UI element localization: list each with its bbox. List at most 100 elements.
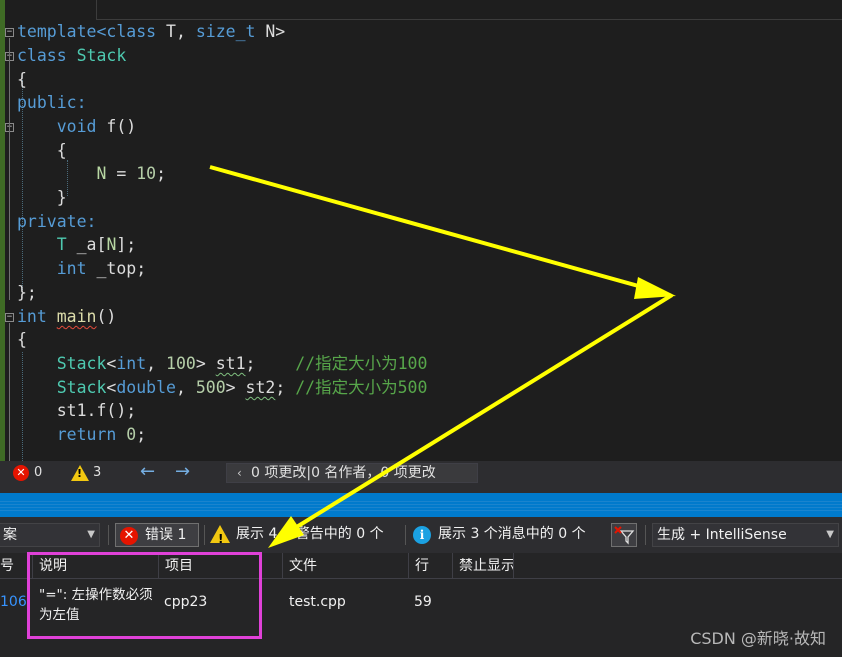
info-icon: i — [413, 526, 431, 544]
code-token: () — [96, 307, 117, 326]
filter-button[interactable] — [611, 523, 637, 547]
code-token: st1 — [215, 354, 246, 373]
fold-collapse-icon[interactable]: − — [5, 313, 14, 322]
code-line-13: int main() — [17, 305, 116, 329]
code-token: < — [106, 354, 117, 373]
errors-filter-label: 错误 1 — [145, 527, 187, 543]
code-token: 500 — [195, 378, 226, 397]
outline-guide — [9, 323, 10, 461]
code-token: int — [56, 259, 87, 278]
code-token: } — [56, 188, 67, 207]
code-token: = — [106, 164, 137, 183]
scope-dropdown[interactable]: 案 ▼ — [0, 523, 100, 547]
column-header-file[interactable]: 文件 — [282, 553, 408, 579]
warning-icon: ! — [210, 525, 230, 546]
code-token: class — [17, 46, 67, 65]
code-token: ; — [156, 164, 167, 183]
code-line-1: template<class T, size_t N> — [17, 20, 285, 44]
code-token: ; — [136, 425, 147, 444]
code-token: N> — [255, 22, 286, 41]
warning-icon[interactable]: ! — [71, 465, 89, 481]
watermark: CSDN @新晓·故知 — [690, 629, 826, 648]
error-icon[interactable]: ✕ — [13, 465, 29, 481]
toolbar-separator — [204, 525, 205, 545]
scope-dropdown-value: 案 — [3, 527, 17, 543]
toolbar-separator — [645, 525, 646, 545]
code-line-11: int _top; — [17, 257, 146, 281]
fold-collapse-icon[interactable]: − — [5, 28, 14, 37]
code-token: class — [106, 22, 157, 41]
codelens-panel[interactable]: ‹ 0 项更改|0 名作者，0 项更改 — [226, 463, 478, 483]
code-line-10: T _a[N]; — [17, 233, 137, 257]
toolbar-separator — [108, 525, 109, 545]
toolbar-separator — [405, 525, 406, 545]
code-line-17: st1.f(); — [17, 399, 136, 423]
code-token: > — [195, 354, 216, 373]
navigate-back-icon[interactable]: ← — [140, 461, 155, 483]
code-token: int — [116, 354, 147, 373]
code-token: N — [96, 164, 107, 183]
code-line-7: N = 10; — [17, 162, 166, 186]
code-line-16: Stack<double, 500> st2; //指定大小为500 — [17, 376, 428, 400]
code-token: T, — [156, 22, 196, 41]
code-token: , — [175, 378, 196, 397]
column-header-suppression[interactable]: 禁止显示 — [452, 553, 514, 579]
code-token: 100 — [166, 354, 196, 373]
errors-filter-toggle[interactable]: ✕ 错误 1 — [115, 523, 199, 547]
code-line-15: Stack<int, 100> st1; //指定大小为100 — [17, 352, 428, 376]
code-token: int — [17, 307, 47, 326]
code-comment: //指定大小为100 — [295, 354, 428, 373]
code-line-5: void f() — [17, 115, 137, 139]
code-token: size_t — [195, 22, 256, 41]
error-line-number: 59 — [414, 594, 432, 610]
column-header-code[interactable]: 号 — [0, 553, 28, 579]
code-line-3: { — [17, 70, 27, 89]
code-token: 0 — [126, 425, 137, 444]
code-line-4: public: — [17, 93, 87, 112]
code-token: main — [56, 307, 97, 326]
column-header-line[interactable]: 行 — [408, 553, 452, 579]
warning-count[interactable]: 3 — [93, 461, 101, 485]
messages-filter-label: 展示 3 个消息中的 0 个 — [438, 526, 586, 542]
code-line-12: }; — [17, 283, 37, 302]
code-token: template< — [17, 22, 107, 41]
navigate-forward-icon[interactable]: → — [175, 461, 190, 483]
code-token: , — [146, 354, 167, 373]
code-token: > — [225, 378, 246, 397]
error-count[interactable]: 0 — [34, 461, 42, 485]
code-line-14: { — [17, 330, 27, 349]
warnings-filter-label: 展示 4 个警告中的 0 个 — [236, 526, 384, 542]
code-line-9: private: — [17, 212, 97, 231]
change-tracking-bar — [0, 0, 5, 461]
code-token: ]; — [116, 235, 137, 254]
code-token: ; — [275, 378, 296, 397]
code-line-6: { — [17, 139, 67, 163]
annotation-highlight-box — [27, 552, 262, 639]
build-source-dropdown[interactable]: 生成 + IntelliSense ▼ — [652, 523, 839, 547]
code-token: Stack — [56, 354, 107, 373]
code-token: st2 — [245, 378, 276, 397]
error-list-title-bar[interactable] — [0, 493, 842, 517]
panel-separator[interactable] — [0, 485, 842, 493]
code-token: { — [56, 141, 67, 160]
chevron-left-icon[interactable]: ‹ — [237, 464, 242, 482]
code-token: < — [106, 378, 117, 397]
messages-filter-toggle[interactable]: i 展示 3 个消息中的 0 个 — [411, 523, 603, 547]
error-code-link[interactable]: 106 — [0, 594, 27, 610]
outline-guide — [9, 38, 10, 300]
warnings-filter-toggle[interactable]: ! 展示 4 个警告中的 0 个 — [209, 523, 401, 547]
code-editor[interactable]: − − − − template<class T, size_t N> clas… — [0, 0, 842, 461]
code-token: T — [56, 235, 67, 254]
code-token: N — [106, 235, 117, 254]
editor-top-strip — [0, 0, 842, 20]
code-token: _a[ — [66, 235, 107, 254]
code-line-8: } — [17, 186, 67, 210]
code-line-2: class Stack — [17, 44, 126, 68]
code-token: _top; — [86, 259, 147, 278]
